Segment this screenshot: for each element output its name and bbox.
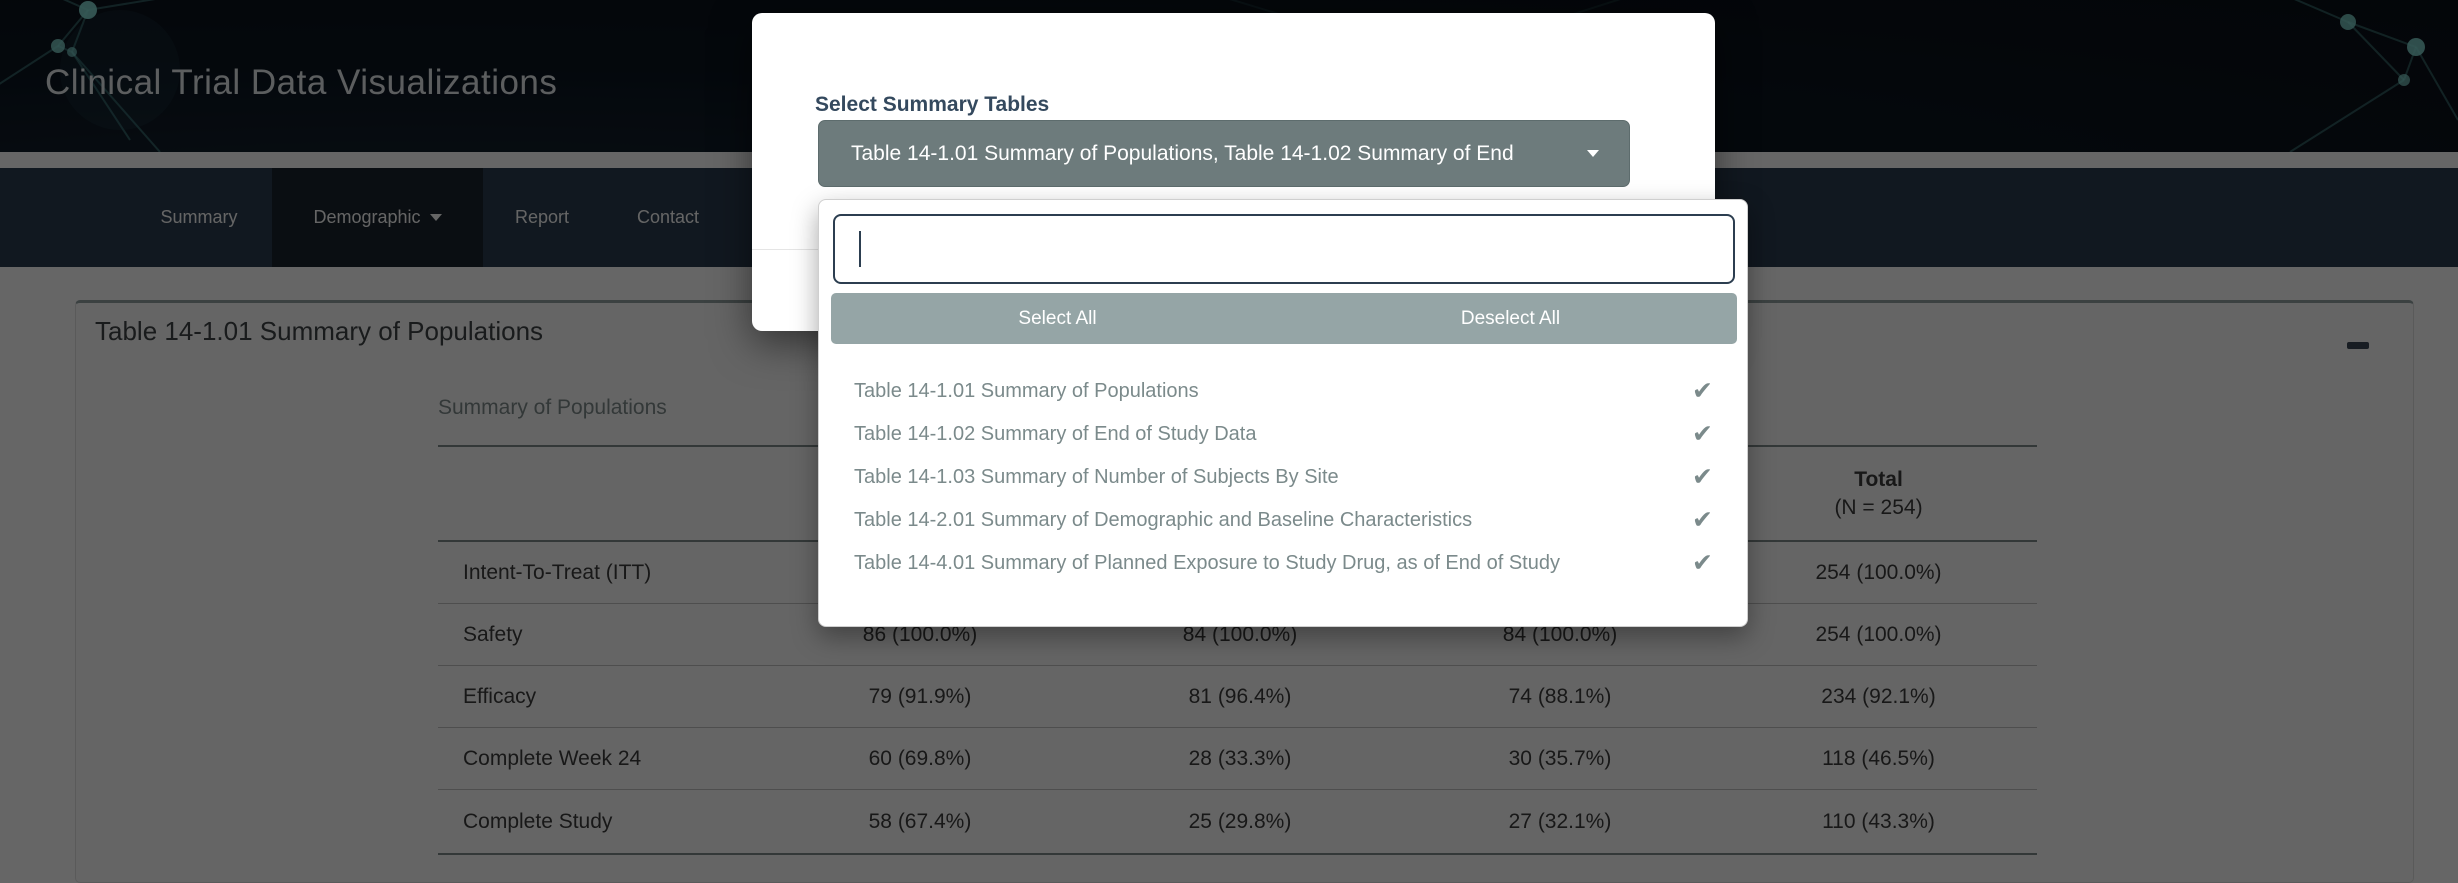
multiselect-dropdown-panel: Select All Deselect All Table 14-1.01 Su… [818, 199, 1748, 627]
option-table-14-4-01[interactable]: Table 14-4.01 Summary of Planned Exposur… [819, 542, 1749, 585]
dropdown-actions-bar: Select All Deselect All [831, 293, 1737, 344]
modal-input-label: Select Summary Tables [815, 93, 1049, 117]
select-all-button[interactable]: Select All [831, 293, 1284, 344]
option-table-14-1-03[interactable]: Table 14-1.03 Summary of Number of Subje… [819, 456, 1749, 499]
caret-down-icon [1587, 150, 1599, 157]
deselect-all-button[interactable]: Deselect All [1284, 293, 1737, 344]
check-icon: ✔ [1692, 508, 1713, 533]
text-cursor [859, 231, 861, 267]
summary-tables-dropdown-button[interactable]: Table 14-1.01 Summary of Populations, Ta… [818, 120, 1630, 187]
app-screen: Clinical Trial Data Visualizations Summa… [0, 0, 2458, 883]
check-icon: ✔ [1692, 465, 1713, 490]
check-icon: ✔ [1692, 379, 1713, 404]
check-icon: ✔ [1692, 422, 1713, 447]
option-table-14-2-01[interactable]: Table 14-2.01 Summary of Demographic and… [819, 499, 1749, 542]
dropdown-options-list: Table 14-1.01 Summary of Populations ✔ T… [819, 370, 1749, 585]
option-table-14-1-01[interactable]: Table 14-1.01 Summary of Populations ✔ [819, 370, 1749, 413]
check-icon: ✔ [1692, 551, 1713, 576]
option-table-14-1-02[interactable]: Table 14-1.02 Summary of End of Study Da… [819, 413, 1749, 456]
dropdown-search-input[interactable] [833, 214, 1735, 284]
dropdown-selected-text: Table 14-1.01 Summary of Populations, Ta… [851, 142, 1573, 166]
